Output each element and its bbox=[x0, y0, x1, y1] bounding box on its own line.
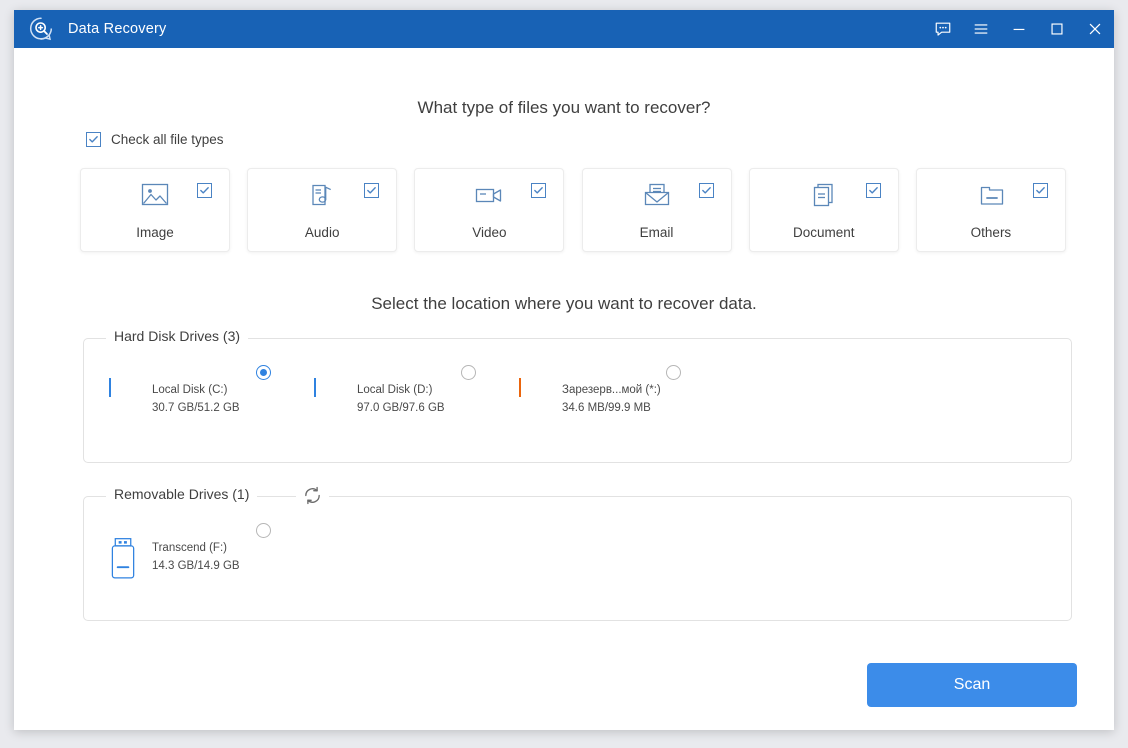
main-content: What type of files you want to recover? … bbox=[14, 48, 1114, 730]
file-type-checkbox-audio[interactable] bbox=[364, 183, 379, 198]
file-types-heading: What type of files you want to recover? bbox=[14, 98, 1114, 118]
drive-size: 14.3 GB/14.9 GB bbox=[152, 560, 240, 572]
check-all-label: Check all file types bbox=[111, 132, 224, 147]
disk-usage-bar bbox=[109, 378, 111, 397]
location-heading: Select the location where you want to re… bbox=[14, 294, 1114, 314]
file-type-checkbox-email[interactable] bbox=[699, 183, 714, 198]
file-type-label-others: Others bbox=[917, 225, 1065, 240]
close-button[interactable] bbox=[1076, 10, 1114, 48]
file-type-label-email: Email bbox=[583, 225, 731, 240]
drive-name: Local Disk (C:) bbox=[152, 384, 227, 396]
drive-item-d[interactable]: Local Disk (D:) 97.0 GB/97.6 GB bbox=[289, 365, 494, 435]
hamburger-menu-icon bbox=[972, 20, 990, 38]
drive-info-reserved: Зарезерв...мой (*:) 34.6 MB/99.9 MB bbox=[562, 380, 699, 416]
radio-selected[interactable] bbox=[256, 365, 271, 380]
title-bar: Data Recovery bbox=[14, 10, 1114, 48]
folder-icon bbox=[974, 181, 1008, 211]
minimize-button[interactable] bbox=[1000, 10, 1038, 48]
drive-radio-c[interactable] bbox=[256, 365, 271, 380]
drive-radio-transcend[interactable] bbox=[256, 523, 271, 538]
drive-name: Transcend (F:) bbox=[152, 542, 227, 554]
drive-size: 97.0 GB/97.6 GB bbox=[357, 402, 445, 414]
drive-size: 34.6 MB/99.9 MB bbox=[562, 402, 651, 414]
checkmark-icon bbox=[533, 185, 544, 196]
file-type-card-audio[interactable]: Audio bbox=[247, 168, 397, 252]
disk-icon bbox=[109, 379, 111, 397]
drive-item-c[interactable]: Local Disk (C:) 30.7 GB/51.2 GB bbox=[84, 365, 289, 435]
document-icon bbox=[807, 181, 841, 211]
email-icon bbox=[640, 181, 674, 211]
chat-bubble-icon bbox=[934, 20, 952, 38]
file-type-label-audio: Audio bbox=[248, 225, 396, 240]
magnifier-bubble-icon bbox=[28, 16, 54, 42]
app-window: Data Recovery bbox=[14, 10, 1114, 730]
checkmark-icon bbox=[701, 185, 712, 196]
disk-icon-orange bbox=[519, 379, 521, 397]
file-type-checkbox-video[interactable] bbox=[531, 183, 546, 198]
drive-info-d: Local Disk (D:) 97.0 GB/97.6 GB bbox=[357, 380, 494, 416]
drive-info-transcend: Transcend (F:) 14.3 GB/14.9 GB bbox=[152, 538, 289, 574]
file-type-checkbox-image[interactable] bbox=[197, 183, 212, 198]
image-icon bbox=[138, 181, 172, 211]
maximize-button[interactable] bbox=[1038, 10, 1076, 48]
checkmark-icon bbox=[88, 134, 99, 145]
checkmark-icon bbox=[868, 185, 879, 196]
check-all-file-types[interactable]: Check all file types bbox=[86, 132, 224, 147]
file-type-cards: Image Audio bbox=[80, 168, 1066, 252]
file-type-card-email[interactable]: Email bbox=[582, 168, 732, 252]
drive-name: Local Disk (D:) bbox=[357, 384, 432, 396]
file-type-label-image: Image bbox=[81, 225, 229, 240]
hard-disk-drives-group: Hard Disk Drives (3) bbox=[83, 338, 1072, 463]
drive-name: Зарезерв...мой (*:) bbox=[562, 384, 661, 396]
file-type-checkbox-document[interactable] bbox=[866, 183, 881, 198]
feedback-button[interactable] bbox=[924, 10, 962, 48]
maximize-icon bbox=[1048, 20, 1066, 38]
drive-info-c: Local Disk (C:) 30.7 GB/51.2 GB bbox=[152, 380, 289, 416]
disk-icon bbox=[314, 379, 316, 397]
radio-unselected[interactable] bbox=[256, 523, 271, 538]
hard-disk-drives-list: Local Disk (C:) 30.7 GB/51.2 GB Local Di… bbox=[84, 339, 1071, 462]
file-type-checkbox-others[interactable] bbox=[1033, 183, 1048, 198]
drive-size: 30.7 GB/51.2 GB bbox=[152, 402, 240, 414]
removable-drives-list: Transcend (F:) 14.3 GB/14.9 GB bbox=[84, 497, 1071, 620]
checkmark-icon bbox=[366, 185, 377, 196]
scan-button[interactable]: Scan bbox=[867, 663, 1077, 707]
drive-item-reserved[interactable]: Зарезерв...мой (*:) 34.6 MB/99.9 MB bbox=[494, 365, 699, 435]
menu-button[interactable] bbox=[962, 10, 1000, 48]
video-icon bbox=[472, 181, 506, 211]
file-type-label-video: Video bbox=[415, 225, 563, 240]
file-type-card-others[interactable]: Others bbox=[916, 168, 1066, 252]
app-title: Data Recovery bbox=[68, 21, 167, 37]
removable-drives-group: Removable Drives (1) bbox=[83, 496, 1072, 621]
audio-icon bbox=[305, 181, 339, 211]
usb-drive-icon bbox=[109, 537, 138, 585]
drive-radio-reserved[interactable] bbox=[666, 365, 681, 380]
drive-radio-d[interactable] bbox=[461, 365, 476, 380]
checkmark-icon bbox=[199, 185, 210, 196]
radio-unselected[interactable] bbox=[461, 365, 476, 380]
file-type-label-document: Document bbox=[750, 225, 898, 240]
check-all-checkbox[interactable] bbox=[86, 132, 101, 147]
close-icon bbox=[1086, 20, 1104, 38]
drive-item-transcend[interactable]: Transcend (F:) 14.3 GB/14.9 GB bbox=[84, 523, 289, 593]
disk-usage-bar bbox=[314, 378, 316, 397]
file-type-card-video[interactable]: Video bbox=[414, 168, 564, 252]
file-type-card-image[interactable]: Image bbox=[80, 168, 230, 252]
file-type-card-document[interactable]: Document bbox=[749, 168, 899, 252]
minimize-icon bbox=[1010, 20, 1028, 38]
disk-usage-bar bbox=[519, 378, 521, 397]
radio-unselected[interactable] bbox=[666, 365, 681, 380]
checkmark-icon bbox=[1035, 185, 1046, 196]
